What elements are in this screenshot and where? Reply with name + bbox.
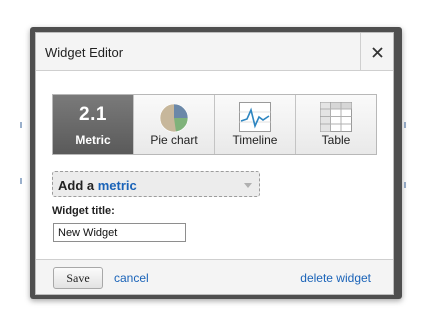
table-icon [320, 102, 352, 132]
chevron-down-icon [244, 183, 252, 188]
widget-type-metric[interactable]: 2.1 Metric [53, 95, 134, 154]
widget-type-label: Pie chart [150, 133, 198, 147]
pie-chart-icon [159, 103, 189, 133]
background-edge-mark [404, 182, 406, 188]
widget-type-label: Metric [75, 133, 111, 147]
background-edge-mark [20, 178, 22, 184]
close-button[interactable] [360, 33, 393, 71]
cancel-link[interactable]: cancel [114, 271, 149, 285]
dropdown-label: Add a metric [58, 178, 137, 193]
save-button[interactable]: Save [53, 267, 103, 289]
widget-type-label: Timeline [232, 133, 278, 147]
dropdown-highlight: metric [97, 178, 137, 193]
delete-widget-link[interactable]: delete widget [300, 271, 371, 285]
background-edge-mark [404, 122, 406, 128]
widget-title-input[interactable] [53, 223, 186, 242]
timeline-icon [239, 102, 271, 132]
dialog-title: Widget Editor [45, 45, 124, 60]
widget-type-pie-chart[interactable]: Pie chart [134, 95, 215, 154]
background-edge-mark [20, 122, 22, 128]
dropdown-prefix: Add a [58, 178, 95, 193]
widget-title-label: Widget title: [52, 205, 115, 217]
close-icon [371, 46, 383, 58]
dialog-footer: Save cancel delete widget [36, 259, 393, 294]
dialog-titlebar: Widget Editor [36, 33, 393, 71]
widget-type-picker: 2.1 Metric Pie chart Timeline Table [52, 94, 377, 155]
add-metric-dropdown[interactable]: Add a metric [52, 171, 260, 197]
widget-type-timeline[interactable]: Timeline [215, 95, 296, 154]
metric-number-icon: 2.1 [79, 104, 107, 125]
widget-editor-dialog: Widget Editor 2.1 Metric Pie chart Timel… [35, 32, 394, 295]
widget-type-table[interactable]: Table [296, 95, 376, 154]
widget-type-label: Table [321, 133, 351, 147]
